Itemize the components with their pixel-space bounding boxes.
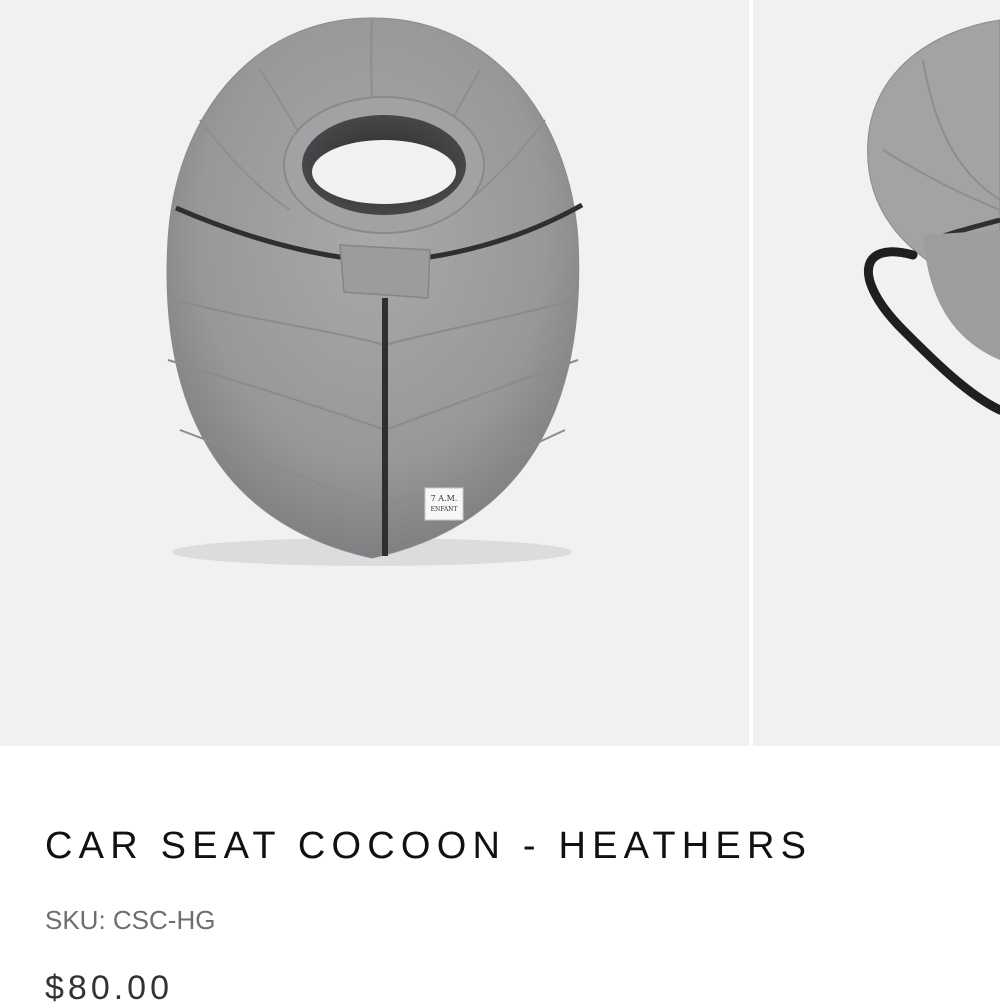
car-seat-cocoon-side-image: [863, 19, 1000, 415]
product-info-panel: [0, 746, 1000, 1000]
car-seat-cocoon-front-image: 7 A.M. ENFANT: [166, 17, 584, 566]
product-price: $80.00: [45, 969, 173, 1007]
product-image-front[interactable]: 7 A.M. ENFANT: [0, 0, 749, 746]
product-sku: SKU: CSC-HG: [45, 905, 216, 935]
svg-text:7 A.M.: 7 A.M.: [431, 494, 458, 503]
product-image-side[interactable]: [753, 0, 1000, 746]
product-title: CAR SEAT COCOON - HEATHERS: [45, 825, 813, 867]
product-image-gallery[interactable]: 7 A.M. ENFANT: [0, 0, 1000, 746]
svg-text:ENFANT: ENFANT: [431, 506, 458, 513]
